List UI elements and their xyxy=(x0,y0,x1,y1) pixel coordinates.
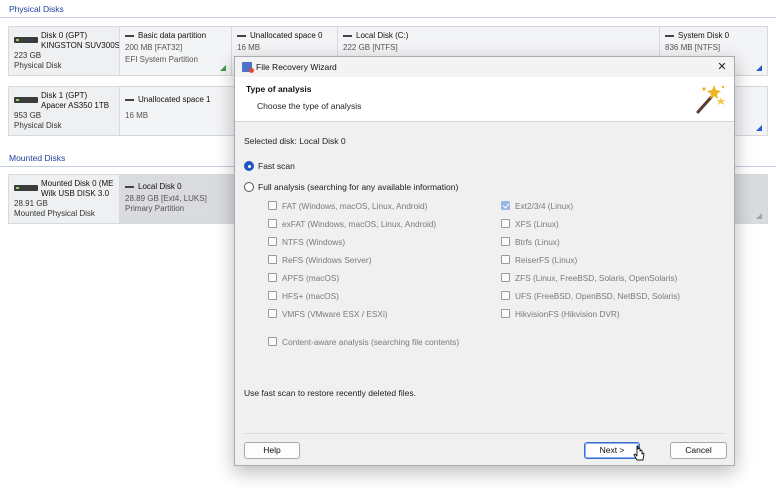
mounted-disk-0-name: Mounted Disk 0 (ME Wilk USB DISK 3.0 xyxy=(41,179,113,199)
fast-scan-radio[interactable]: Fast scan xyxy=(244,160,484,172)
help-button[interactable]: Help xyxy=(244,442,300,459)
disk-0-name-line2: KINGSTON SUV300S xyxy=(41,41,119,50)
checkbox-label: Content-aware analysis (searching file c… xyxy=(282,337,460,347)
checkbox-label: APFS (macOS) xyxy=(282,273,340,283)
fast-scan-label: Fast scan xyxy=(258,161,295,171)
partition-icon xyxy=(665,34,674,37)
corner-indicator-icon xyxy=(220,65,226,71)
full-analysis-radio[interactable]: Full analysis (searching for any availab… xyxy=(244,181,484,193)
disk-0-kind: Physical Disk xyxy=(14,61,62,70)
magic-wand-icon xyxy=(696,85,725,114)
partition-title: Local Disk 0 xyxy=(138,182,182,191)
partition-fs: 200 MB [FAT32] xyxy=(125,43,183,52)
checkbox-box xyxy=(501,291,510,300)
partition-icon xyxy=(237,34,246,37)
checkbox-label: VMFS (VMware ESX / ESXi) xyxy=(282,309,388,319)
checkbox-label: Ext2/3/4 (Linux) xyxy=(515,201,574,211)
disk-1-name: Disk 1 (GPT) Apacer AS350 1TB xyxy=(41,91,109,111)
next-button[interactable]: Next > xyxy=(584,442,640,459)
partition-size: 16 MB xyxy=(237,43,261,52)
checkbox-box xyxy=(501,309,510,318)
checkbox-box xyxy=(501,255,510,264)
checkbox-box xyxy=(268,291,277,300)
partition-icon xyxy=(343,34,352,37)
mounted-disk-0-name-line1: Mounted Disk 0 (ME xyxy=(41,179,114,188)
wizard-app-icon xyxy=(242,62,254,73)
disk-1-size: 953 GB xyxy=(14,111,42,120)
partition-icon xyxy=(125,98,134,101)
partition-title: System Disk 0 xyxy=(678,31,730,40)
checkbox-label: NTFS (Windows) xyxy=(282,237,346,247)
partition-basic-data[interactable]: Basic data partition 200 MB [FAT32] EFI … xyxy=(119,27,231,75)
partition-fs: 836 MB [NTFS] xyxy=(665,43,721,52)
mounted-disk-0-size: 28.91 GB xyxy=(14,199,48,208)
partition-title: Local Disk (C:) xyxy=(356,31,409,40)
checkbox-label: XFS (Linux) xyxy=(515,219,559,229)
checkbox-box xyxy=(268,201,277,210)
checkbox-box xyxy=(268,309,277,318)
checkbox-label: ReFS (Windows Server) xyxy=(282,255,372,265)
disk-1-kind: Physical Disk xyxy=(14,121,62,130)
checkbox-box xyxy=(501,273,510,282)
usb-drive-icon xyxy=(14,185,38,191)
corner-indicator-icon xyxy=(756,65,762,71)
radio-dot-icon xyxy=(244,161,254,171)
dialog-heading: Type of analysis xyxy=(246,84,312,94)
dialog-subheading: Choose the type of analysis xyxy=(257,101,362,111)
mounted-disk-0-kind: Mounted Physical Disk xyxy=(14,209,95,218)
mounted-disk-0-name-line2: Wilk USB DISK 3.0 xyxy=(41,189,110,198)
partition-type: EFI System Partition xyxy=(125,55,198,64)
hard-drive-icon xyxy=(14,37,38,43)
radio-dot-icon xyxy=(244,182,254,192)
disk-1-name-line1: Disk 1 (GPT) xyxy=(41,91,88,100)
partition-icon xyxy=(125,34,134,37)
checkbox-box xyxy=(268,219,277,228)
partition-title: Basic data partition xyxy=(138,31,207,40)
partition-title: Unallocated space 0 xyxy=(250,31,323,40)
full-analysis-label: Full analysis (searching for any availab… xyxy=(258,182,459,192)
checkbox-label: FAT (Windows, macOS, Linux, Android) xyxy=(282,201,428,211)
checkbox-label: HikvisionFS (Hikvision DVR) xyxy=(515,309,620,319)
selected-disk-label: Selected disk: Local Disk 0 xyxy=(244,136,346,146)
corner-indicator-icon xyxy=(756,213,762,219)
mouse-pointer-icon xyxy=(633,445,645,461)
disk-0-name-line1: Disk 0 (GPT) xyxy=(41,31,88,40)
disk-1-card[interactable]: Disk 1 (GPT) Apacer AS350 1TB 953 GB Phy… xyxy=(9,87,119,135)
hint-text: Use fast scan to restore recently delete… xyxy=(244,388,416,398)
close-icon[interactable]: ✕ xyxy=(714,59,730,75)
checkbox-label: HFS+ (macOS) xyxy=(282,291,339,301)
checkbox-box xyxy=(268,237,277,246)
disk-1-name-line2: Apacer AS350 1TB xyxy=(41,101,110,110)
checkbox-box xyxy=(268,255,277,264)
corner-indicator-icon xyxy=(756,125,762,131)
footer-divider xyxy=(244,433,725,434)
checkbox-label: UFS (FreeBSD, OpenBSD, NetBSD, Solaris) xyxy=(515,291,681,301)
checkbox-box xyxy=(268,337,277,346)
checkbox-label: ZFS (Linux, FreeBSD, Solaris, OpenSolari… xyxy=(515,273,678,283)
hard-drive-icon xyxy=(14,97,38,103)
partition-title: Unallocated space 1 xyxy=(138,95,211,104)
checkbox-label: exFAT (Windows, macOS, Linux, Android) xyxy=(282,219,437,229)
disk-0-size: 223 GB xyxy=(14,51,42,60)
checkbox-label: Btrfs (Linux) xyxy=(515,237,560,247)
disk-0-card[interactable]: Disk 0 (GPT) KINGSTON SUV300S 223 GB Phy… xyxy=(9,27,119,75)
checkbox-box xyxy=(268,273,277,282)
checkbox-box xyxy=(501,219,510,228)
checkbox-box xyxy=(501,201,510,210)
file-recovery-wizard-dialog: File Recovery Wizard ✕ Type of analysis … xyxy=(234,56,735,466)
physical-disks-header: Physical Disks xyxy=(0,0,776,18)
partition-icon xyxy=(125,185,134,188)
partition-fs: 222 GB [NTFS] xyxy=(343,43,398,52)
dialog-titlebar[interactable]: File Recovery Wizard ✕ xyxy=(235,57,734,77)
dialog-header: Type of analysis Choose the type of anal… xyxy=(235,77,734,122)
disk-0-name: Disk 0 (GPT) KINGSTON SUV300S xyxy=(41,31,119,51)
checkbox-label: ReiserFS (Linux) xyxy=(515,255,578,265)
cancel-button[interactable]: Cancel xyxy=(670,442,727,459)
dialog-title: File Recovery Wizard xyxy=(256,62,337,72)
mounted-disk-0-card[interactable]: Mounted Disk 0 (ME Wilk USB DISK 3.0 28.… xyxy=(9,175,119,223)
checkbox-box xyxy=(501,237,510,246)
